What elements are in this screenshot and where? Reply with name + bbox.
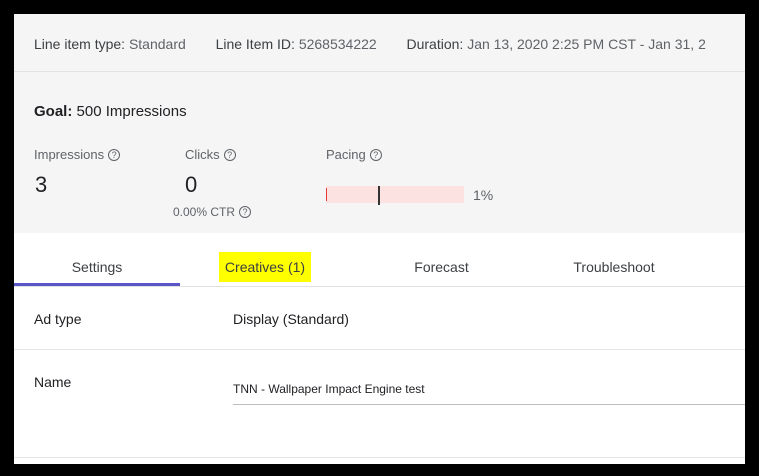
- duration-label: Duration:: [406, 36, 464, 52]
- pacing-label-wrap: Pacing?: [326, 147, 382, 162]
- help-circle-icon[interactable]: ?: [108, 149, 121, 161]
- line-item-type-label: Line item type:: [34, 36, 126, 52]
- ctr-wrap: 0.00% CTR?: [173, 205, 252, 219]
- pacing-bar: [326, 186, 464, 205]
- line-item-info-bar: Line item type: Standard Line Item ID: 5…: [14, 14, 745, 72]
- ad-type-value: Display (Standard): [233, 311, 349, 327]
- pacing-expected-marker: [378, 186, 380, 205]
- line-item-id-label: Line Item ID:: [215, 36, 295, 52]
- goal-label: Goal:: [34, 103, 73, 120]
- pacing-progress-fill: [326, 188, 327, 201]
- info-row: Line item type: Standard Line Item ID: 5…: [34, 36, 706, 52]
- ad-type-label: Ad type: [34, 311, 82, 327]
- goal: Goal: 500 Impressions: [34, 103, 187, 120]
- delivery-summary: Goal: 500 Impressions Impressions? 3 Cli…: [14, 72, 745, 233]
- pacing-label: Pacing: [326, 147, 366, 162]
- tab-troubleshoot-label: Troubleshoot: [573, 259, 655, 275]
- name-label: Name: [34, 374, 72, 390]
- tab-forecast[interactable]: Forecast: [384, 249, 499, 285]
- tab-troubleshoot[interactable]: Troubleshoot: [554, 249, 674, 285]
- clicks-label: Clicks: [185, 147, 220, 162]
- tab-settings-label: Settings: [71, 259, 123, 275]
- tab-creatives[interactable]: Creatives (1): [210, 249, 320, 285]
- help-circle-icon[interactable]: ?: [239, 206, 252, 218]
- tab-settings[interactable]: Settings: [14, 249, 180, 286]
- impressions-label: Impressions: [34, 147, 105, 162]
- name-field-underline: [233, 404, 745, 405]
- line-item-type-value: Standard: [128, 36, 186, 52]
- clicks-label-wrap: Clicks?: [185, 147, 236, 162]
- clicks-value: 0: [185, 172, 198, 197]
- row-divider: [14, 349, 745, 350]
- tab-creatives-label: Creatives (1): [218, 252, 312, 282]
- pacing-percent: 1%: [473, 187, 494, 203]
- tab-bar: Settings Creatives (1) Forecast Troubles…: [14, 249, 745, 287]
- goal-value: 500 Impressions: [76, 103, 187, 120]
- impressions-label-wrap: Impressions?: [34, 147, 121, 162]
- help-circle-icon[interactable]: ?: [223, 149, 236, 161]
- ctr-text: 0.00% CTR: [173, 205, 236, 219]
- help-circle-icon[interactable]: ?: [369, 149, 382, 161]
- impressions-value: 3: [35, 172, 48, 197]
- tab-forecast-label: Forecast: [414, 259, 469, 275]
- row-divider: [14, 457, 745, 458]
- duration-value: Jan 13, 2020 2:25 PM CST - Jan 31, 2: [467, 36, 706, 52]
- name-field[interactable]: TNN - Wallpaper Impact Engine test: [233, 382, 425, 396]
- line-item-id-value: 5268534222: [298, 36, 377, 52]
- line-item-panel: Line item type: Standard Line Item ID: 5…: [14, 14, 745, 464]
